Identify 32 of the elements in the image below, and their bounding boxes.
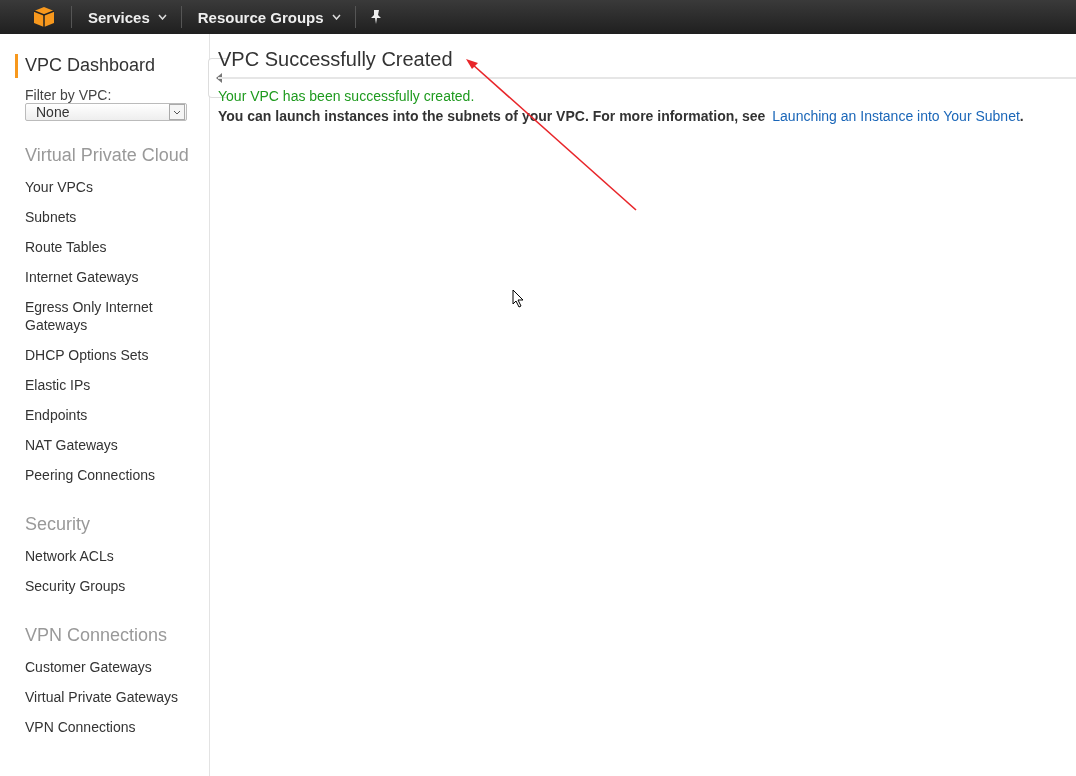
sidebar-item[interactable]: VPN Connections	[0, 712, 209, 742]
page-title: VPC Successfully Created	[218, 48, 1076, 79]
sidebar-item[interactable]: Peering Connections	[0, 460, 209, 490]
sidebar-item[interactable]: NAT Gateways	[0, 430, 209, 460]
filter-label: Filter by VPC:	[25, 87, 113, 103]
left-triangle-icon	[215, 73, 222, 83]
dropdown-caret-icon	[169, 104, 185, 120]
section-heading: Security	[25, 514, 92, 535]
sidebar-item[interactable]: Route Tables	[0, 232, 209, 262]
pin-icon[interactable]	[369, 10, 382, 24]
section-heading: VPN Connections	[25, 625, 169, 646]
help-link[interactable]: Launching an Instance into Your Subnet	[772, 108, 1020, 124]
cube-logo-icon[interactable]	[33, 6, 55, 28]
mouse-cursor-icon	[512, 289, 525, 309]
sidebar-item[interactable]: Network ACLs	[0, 541, 209, 571]
success-message: Your VPC has been successfully created.	[218, 88, 476, 104]
sidebar-item[interactable]: Your VPCs	[0, 172, 209, 202]
sidebar-item[interactable]: Virtual Private Gateways	[0, 682, 209, 712]
caret-icon	[157, 14, 167, 20]
sidebar-item[interactable]: Egress Only Internet Gateways	[0, 292, 209, 340]
sidebar-item[interactable]: Security Groups	[0, 571, 209, 601]
sidebar-item[interactable]: DHCP Options Sets	[0, 340, 209, 370]
sidebar-item[interactable]: Elastic IPs	[0, 370, 209, 400]
sidebar-item[interactable]: Internet Gateways	[0, 262, 209, 292]
sidebar-item[interactable]: Endpoints	[0, 400, 209, 430]
sidebar-item[interactable]: Customer Gateways	[0, 652, 209, 682]
sidebar-item[interactable]: Subnets	[0, 202, 209, 232]
nav-menu[interactable]: Resource Groups	[181, 8, 355, 26]
vpc-filter-dropdown[interactable]: None	[25, 103, 187, 121]
nav-menu[interactable]: Services	[72, 8, 181, 26]
caret-icon	[331, 14, 341, 20]
section-heading: Virtual Private Cloud	[25, 145, 190, 166]
